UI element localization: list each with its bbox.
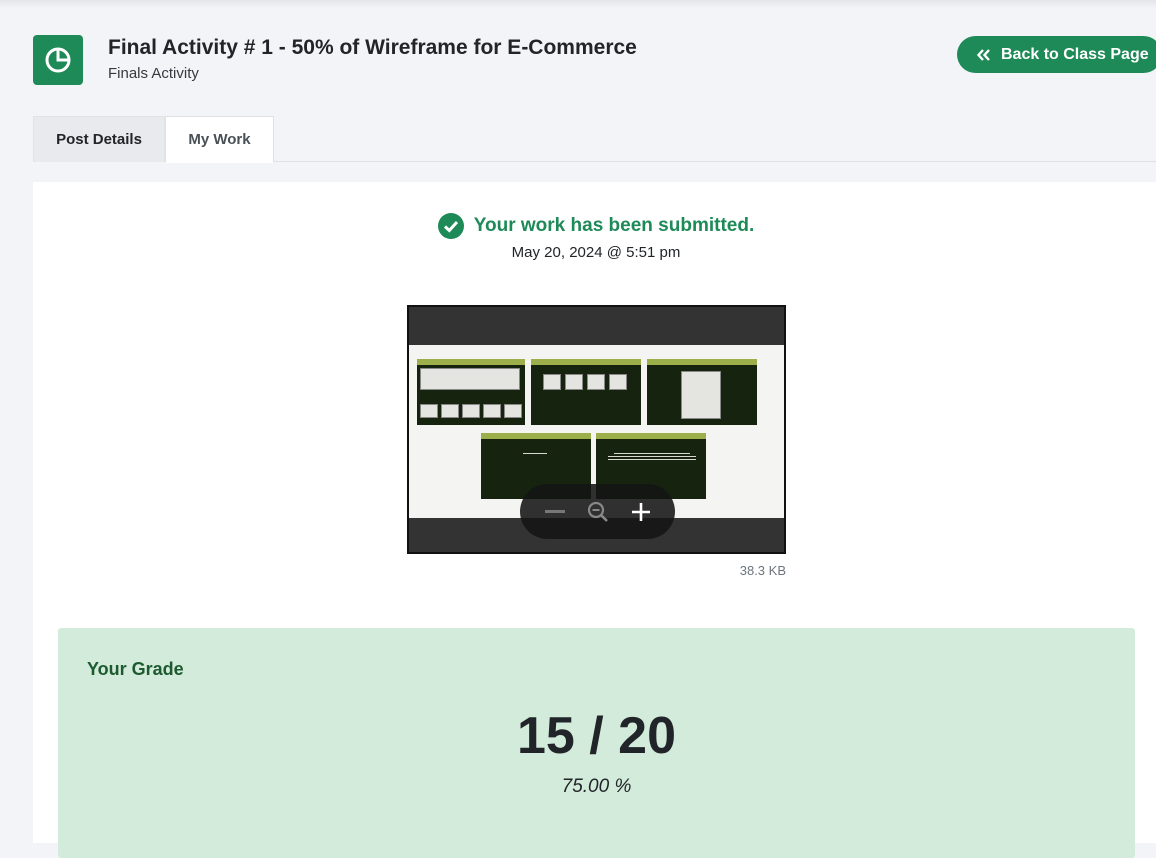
grade-panel: Your Grade 15 / 20 75.00 % — [58, 628, 1135, 858]
zoom-reset-icon[interactable] — [586, 500, 610, 524]
page-subtitle: Finals Activity — [108, 65, 199, 82]
back-to-class-button[interactable]: Back to Class Page — [957, 36, 1156, 73]
tab-label: My Work — [188, 131, 251, 148]
pie-chart-icon — [33, 35, 83, 85]
tab-post-details[interactable]: Post Details — [33, 116, 165, 162]
tab-bar: Post Details My Work — [33, 116, 1156, 163]
plus-icon[interactable] — [631, 502, 651, 522]
my-work-card: Your work has been submitted. May 20, 20… — [33, 182, 1156, 858]
submission-status-text: Your work has been submitted. — [473, 215, 755, 236]
wireframe-frame — [417, 359, 525, 425]
check-circle-icon — [437, 213, 464, 239]
grade-label: Your Grade — [87, 659, 184, 679]
minus-icon[interactable] — [544, 509, 565, 514]
submission-status: Your work has been submitted. — [33, 213, 1156, 239]
grade-score: 15 / 20 — [516, 707, 677, 765]
top-shadow — [0, 0, 1156, 8]
grade-percent: 75.00 % — [561, 776, 632, 797]
tab-label: Post Details — [56, 131, 142, 148]
file-size: 38.3 KB — [739, 563, 786, 578]
wireframe-frame — [647, 359, 757, 425]
zoom-controls — [520, 484, 675, 539]
double-chevron-left-icon — [977, 48, 991, 61]
page-title: Final Activity # 1 - 50% of Wireframe fo… — [108, 36, 637, 59]
back-button-label: Back to Class Page — [1001, 45, 1149, 63]
tab-my-work[interactable]: My Work — [165, 116, 274, 163]
submission-date: May 20, 2024 @ 5:51 pm — [511, 244, 681, 261]
wireframe-frame — [531, 359, 641, 425]
submission-image-preview[interactable] — [407, 305, 786, 554]
